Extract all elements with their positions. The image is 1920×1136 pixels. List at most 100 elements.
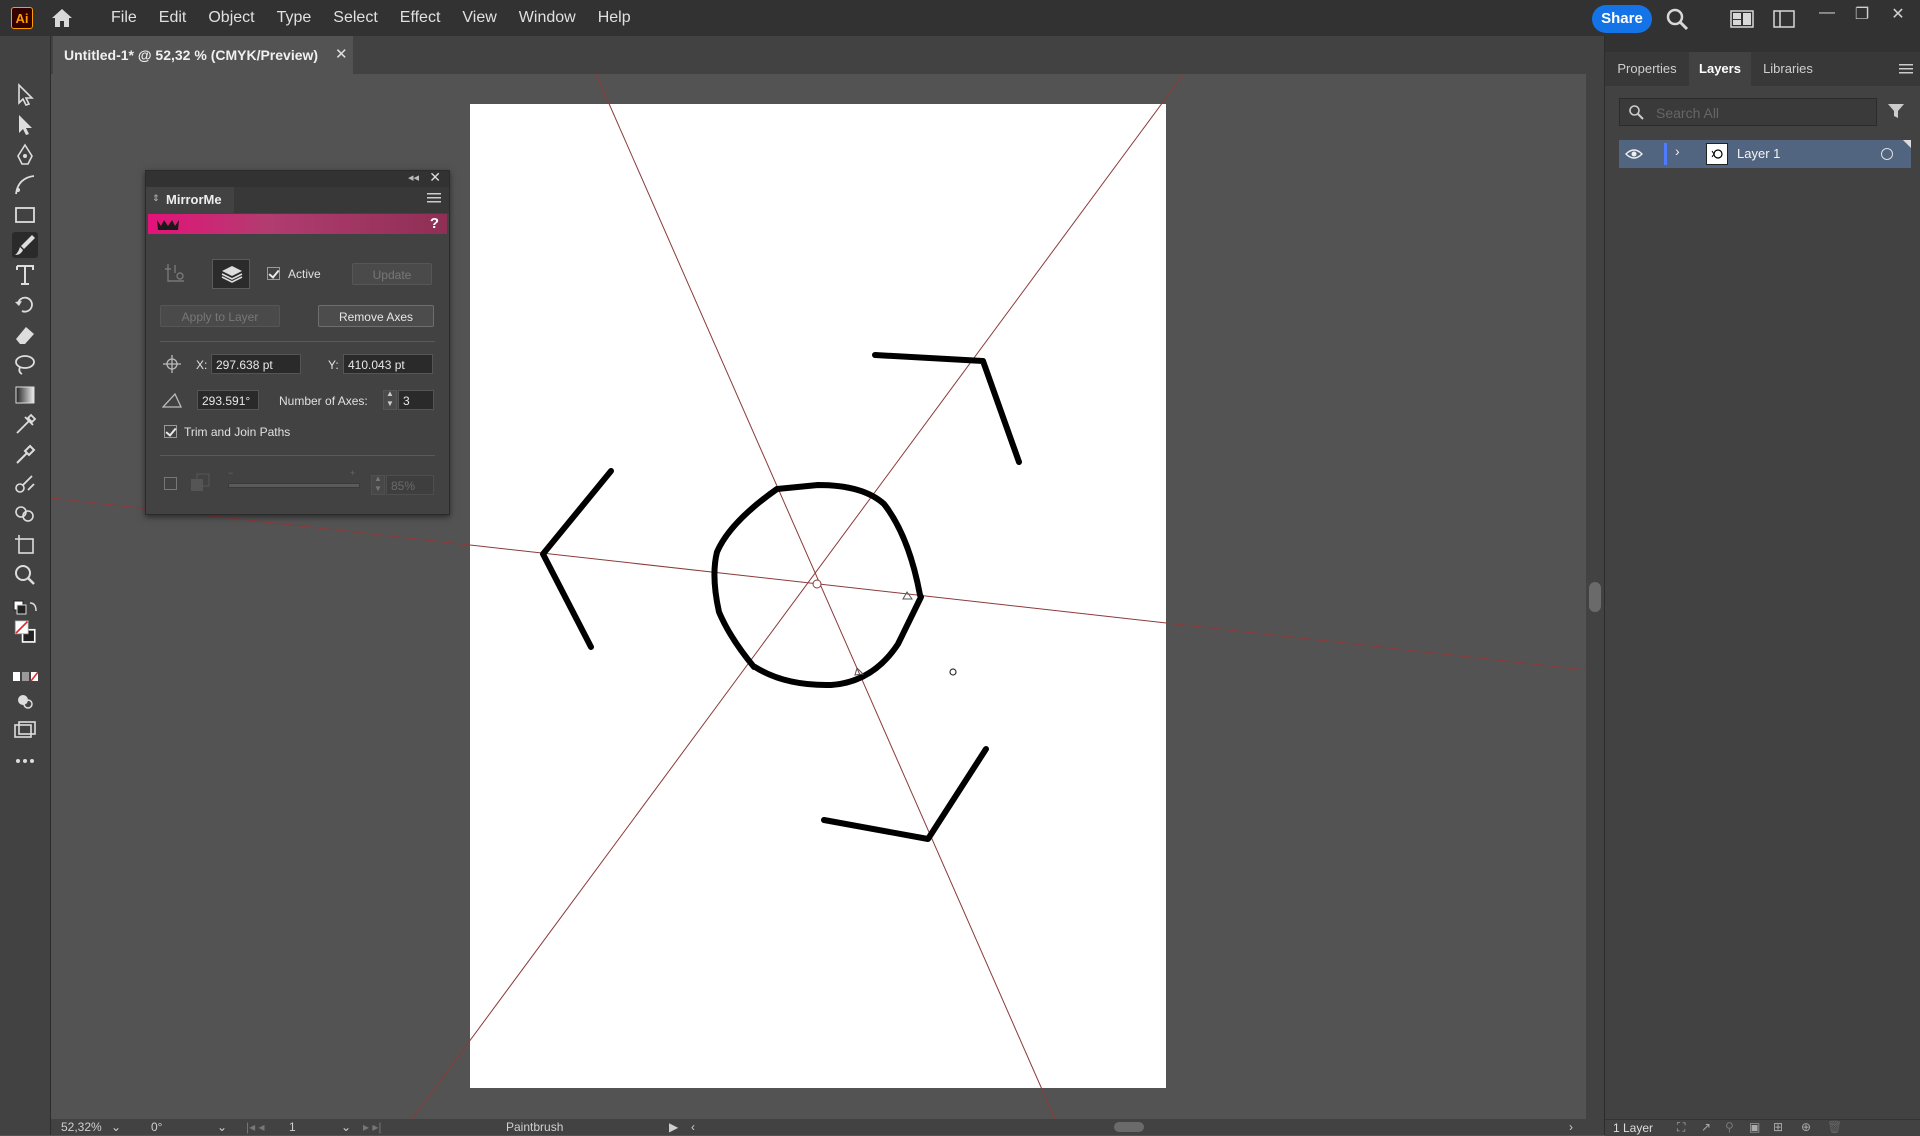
- artboard-tool-icon[interactable]: [12, 532, 38, 558]
- apply-to-layer-button[interactable]: Apply to Layer: [160, 305, 280, 327]
- rectangle-tool-icon[interactable]: [12, 202, 38, 228]
- type-tool-icon[interactable]: [12, 262, 38, 288]
- scrollbar-thumb[interactable]: [1589, 582, 1601, 612]
- color-mode-icon[interactable]: [12, 664, 39, 682]
- scroll-left-icon[interactable]: ‹: [691, 1120, 695, 1134]
- mesh-tool-icon[interactable]: [12, 412, 38, 438]
- menu-edit[interactable]: Edit: [148, 0, 198, 36]
- scroll-right-icon[interactable]: ›: [1569, 1120, 1573, 1134]
- first-artboard-icon[interactable]: |◂ ◂: [246, 1120, 265, 1134]
- panel-menu-icon[interactable]: [1899, 64, 1913, 74]
- fill-stroke-icon[interactable]: [12, 620, 38, 652]
- share-button[interactable]: Share: [1592, 5, 1652, 33]
- filter-icon[interactable]: [1887, 102, 1905, 120]
- brush-stroke[interactable]: [821, 746, 989, 842]
- window-close-icon[interactable]: ✕: [1884, 4, 1912, 24]
- brush-stroke[interactable]: [872, 352, 1022, 465]
- vertical-scrollbar[interactable]: [1586, 74, 1604, 1119]
- menu-effect[interactable]: Effect: [389, 0, 452, 36]
- rotation-value[interactable]: 0°: [151, 1120, 162, 1134]
- chevron-right-icon[interactable]: ›: [1675, 143, 1680, 159]
- restore-icon[interactable]: ❐: [1848, 4, 1876, 24]
- eye-icon[interactable]: [1625, 146, 1643, 162]
- brush-stroke[interactable]: [540, 468, 614, 650]
- artboard-number[interactable]: 1: [289, 1120, 296, 1134]
- angle-input[interactable]: 293.591°: [197, 390, 259, 410]
- horizontal-scroll-thumb[interactable]: [1114, 1122, 1144, 1132]
- x-position-input[interactable]: 297.638 pt: [211, 354, 301, 374]
- arrange-documents-icon[interactable]: [1773, 10, 1795, 28]
- y-position-input[interactable]: 410.043 pt: [343, 354, 433, 374]
- stepper-down-icon[interactable]: ▼: [386, 399, 394, 408]
- chevron-down-icon[interactable]: ⌄: [341, 1120, 351, 1134]
- workspace-switcher-icon[interactable]: [1730, 10, 1754, 28]
- panel-drag-bar[interactable]: [1605, 36, 1920, 52]
- eyedropper-tool-icon[interactable]: [12, 442, 38, 468]
- home-icon[interactable]: [50, 7, 74, 29]
- update-button[interactable]: Update: [352, 263, 432, 285]
- delete-icon[interactable]: 🗑: [1827, 1120, 1842, 1134]
- chevron-down-icon[interactable]: ⌄: [217, 1120, 227, 1134]
- clipping-mask-icon[interactable]: ▣: [1749, 1120, 1760, 1134]
- layer-search-input[interactable]: [1654, 103, 1868, 123]
- opacity-input[interactable]: 85%: [386, 475, 434, 495]
- panel-close-icon[interactable]: ✕: [429, 169, 441, 186]
- mirror-center-handle[interactable]: [812, 579, 822, 589]
- swap-fill-stroke-icon[interactable]: [12, 596, 38, 616]
- play-icon[interactable]: ▶: [669, 1120, 678, 1134]
- layer-row[interactable]: › Layer 1: [1619, 140, 1911, 168]
- menu-type[interactable]: Type: [266, 0, 323, 36]
- collapse-panel-icon[interactable]: ◂◂: [408, 171, 419, 184]
- menu-window[interactable]: Window: [508, 0, 587, 36]
- chevron-down-icon[interactable]: ⌄: [111, 1120, 121, 1134]
- close-icon[interactable]: ✕: [335, 45, 348, 63]
- lasso-tool-icon[interactable]: [12, 352, 38, 378]
- document-tab[interactable]: Untitled-1* @ 52,32 % (CMYK/Preview) ✕: [53, 36, 353, 74]
- opacity-stepper[interactable]: ▲ ▼: [371, 474, 385, 495]
- locate-object-icon[interactable]: ⚲: [1725, 1120, 1734, 1134]
- opacity-slider[interactable]: [228, 483, 360, 488]
- paintbrush-tool-icon[interactable]: [12, 232, 38, 258]
- remove-axes-button[interactable]: Remove Axes: [318, 305, 434, 327]
- stepper-up-icon[interactable]: ▲: [386, 389, 394, 398]
- menu-file[interactable]: File: [100, 0, 148, 36]
- target-icon[interactable]: [1881, 148, 1893, 160]
- screen-mode-icon[interactable]: [12, 718, 38, 744]
- new-layer-icon[interactable]: ⊕: [1801, 1120, 1811, 1134]
- more-tools-icon[interactable]: [12, 748, 38, 774]
- menu-select[interactable]: Select: [322, 0, 388, 36]
- curvature-tool-icon[interactable]: [12, 172, 38, 198]
- menu-help[interactable]: Help: [587, 0, 642, 36]
- axis-mode-icon[interactable]: [162, 261, 188, 287]
- stepper-up-icon[interactable]: ▲: [374, 474, 382, 483]
- mirrorme-tab[interactable]: ⇕ MirrorMe: [146, 187, 235, 213]
- blend-tool-icon[interactable]: [12, 472, 38, 498]
- drawing-mode-icon[interactable]: [12, 688, 38, 714]
- opacity-checkbox[interactable]: [164, 477, 177, 490]
- gradient-tool-icon[interactable]: [12, 382, 38, 408]
- zoom-tool-icon[interactable]: [12, 562, 38, 588]
- layer-name[interactable]: Layer 1: [1737, 146, 1780, 161]
- axes-count-input[interactable]: 3: [398, 390, 434, 410]
- tab-layers[interactable]: Layers: [1689, 52, 1751, 86]
- anchor-point[interactable]: [949, 668, 957, 676]
- collect-export-icon[interactable]: ⛶: [1677, 1120, 1685, 1135]
- selection-tool-icon[interactable]: [12, 82, 38, 108]
- pen-tool-icon[interactable]: [12, 142, 38, 168]
- trim-join-checkbox[interactable]: [164, 425, 177, 438]
- rotate-tool-icon[interactable]: [12, 292, 38, 318]
- export-icon[interactable]: ↗: [1701, 1120, 1711, 1134]
- zoom-level[interactable]: 52,32%: [61, 1120, 102, 1134]
- axes-stepper[interactable]: ▲ ▼: [383, 389, 397, 410]
- menu-view[interactable]: View: [451, 0, 507, 36]
- menu-object[interactable]: Object: [197, 0, 265, 36]
- panel-drag-bar[interactable]: ◂◂ ✕: [146, 169, 449, 187]
- layer-mode-button[interactable]: [212, 259, 250, 289]
- search-icon[interactable]: [1665, 7, 1689, 31]
- new-sublayer-icon[interactable]: ⊞: [1773, 1120, 1783, 1134]
- stepper-down-icon[interactable]: ▼: [374, 484, 382, 493]
- tab-properties[interactable]: Properties: [1605, 52, 1689, 86]
- active-checkbox[interactable]: [267, 267, 280, 280]
- tab-libraries[interactable]: Libraries: [1751, 52, 1825, 86]
- last-artboard-icon[interactable]: ▸ ▸|: [363, 1120, 382, 1134]
